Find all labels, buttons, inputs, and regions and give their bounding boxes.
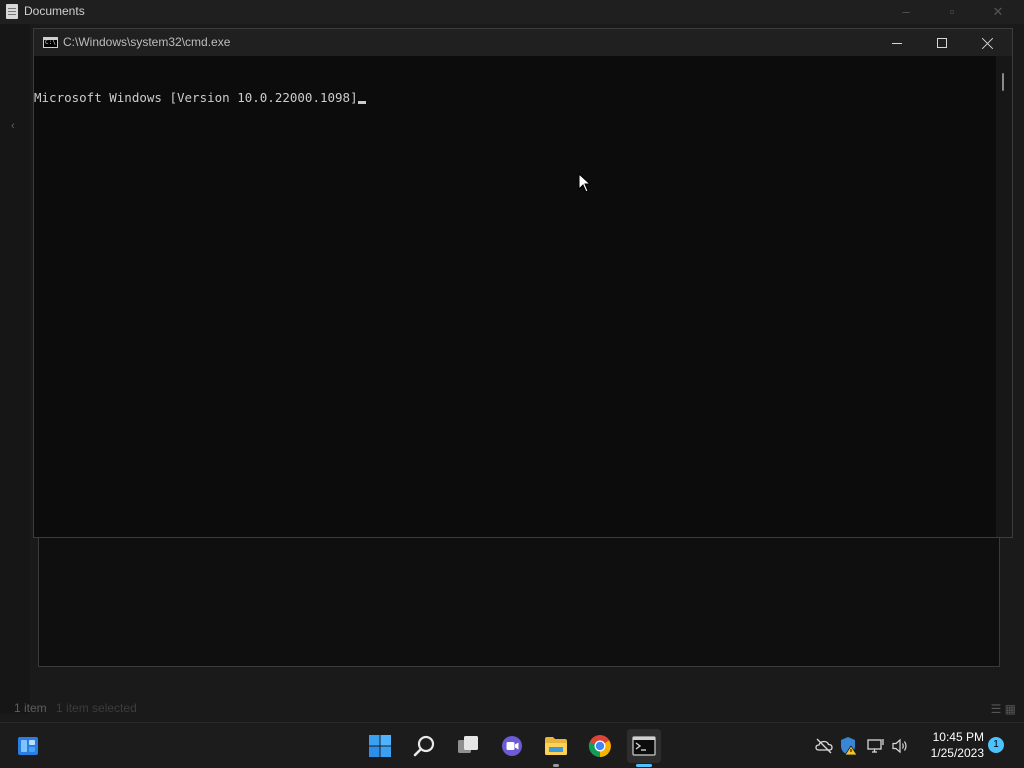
minimize-button[interactable] [874,29,920,56]
text-cursor [357,101,366,104]
taskbar: 10:45 PM 1/25/2023 1 [0,722,1024,768]
explorer-titlebar[interactable]: Documents – ▫ ✕ [0,0,1024,24]
cmd-window: C:\Windows\system32\cmd.exe Microsoft Wi… [33,28,1013,538]
clock-date: 1/25/2023 [930,746,984,760]
running-indicator [553,764,559,767]
console-line: Microsoft Windows [Version 10.0.22000.10… [34,90,996,105]
maximize-button[interactable] [919,29,965,56]
network-icon[interactable] [867,737,885,755]
cmd-icon [632,736,656,756]
close-icon [982,37,994,49]
maximize-icon [937,38,947,49]
widgets-icon [18,737,38,755]
explorer-maximize-button[interactable]: ▫ [932,2,972,22]
explorer-status-extra: 1 item selected [56,701,137,715]
explorer-title: Documents [24,4,85,18]
cmd-title: C:\Windows\system32\cmd.exe [63,35,231,49]
widgets-button[interactable] [11,729,45,763]
search-icon [413,735,435,757]
chrome-icon [588,735,611,757]
explorer-navigation-pane: ‹ [0,24,30,714]
chat-icon [502,736,522,756]
close-button[interactable] [965,29,1011,56]
task-view-icon [458,736,478,753]
chevron-left-icon[interactable]: ‹ [11,120,15,132]
explorer-minimize-button[interactable]: – [886,2,926,22]
start-icon [369,735,391,757]
minimize-icon [892,42,902,44]
explorer-status-bar: 1 item 1 item selected [14,701,137,715]
cmd-titlebar[interactable]: C:\Windows\system32\cmd.exe [34,29,1012,56]
cmd-taskbar-button[interactable] [627,729,661,767]
notification-badge[interactable]: 1 [988,737,1004,753]
clock-time: 10:45 PM [932,730,984,744]
cmd-app-icon[interactable] [43,37,58,48]
onedrive-offline-icon[interactable] [815,737,833,755]
explorer-status-text: 1 item [14,701,47,715]
search-button[interactable] [407,729,441,763]
console-output[interactable]: Microsoft Windows [Version 10.0.22000.10… [34,56,996,537]
security-warning-icon[interactable] [840,736,858,756]
task-view-button[interactable] [451,729,485,763]
mouse-pointer-icon [578,173,592,193]
explorer-file-list[interactable] [38,536,1000,667]
chrome-button[interactable] [583,729,617,763]
file-explorer-button[interactable] [539,729,573,767]
view-toggle-icons[interactable]: ☰ ▦ [991,702,1016,716]
active-indicator [636,764,652,767]
console-line-text: Microsoft Windows [Version 10.0.22000.10… [34,90,358,105]
document-icon [6,4,18,19]
start-button[interactable] [363,729,397,763]
file-explorer-icon [545,737,567,755]
scrollbar-thumb[interactable] [1002,73,1004,91]
chat-button[interactable] [495,729,529,763]
clock[interactable]: 10:45 PM 1/25/2023 [916,729,984,761]
volume-icon[interactable] [891,737,909,755]
vertical-scrollbar[interactable] [996,56,1012,537]
explorer-close-button[interactable]: ✕ [978,2,1018,22]
